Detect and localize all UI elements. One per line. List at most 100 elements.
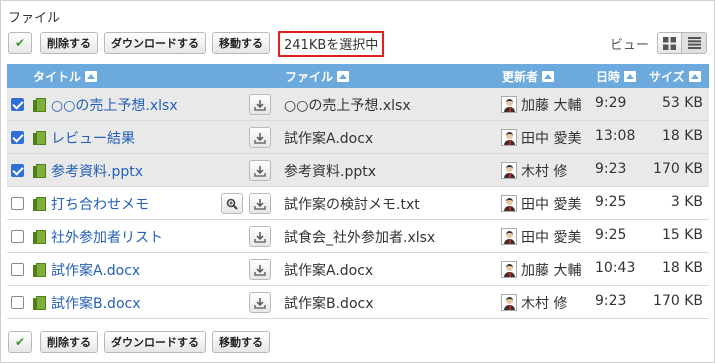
row-checkbox[interactable] [11,230,24,243]
attached-file-name[interactable]: 参考資料.pptx [284,161,376,181]
delete-button[interactable]: 削除する [40,32,98,54]
file-size: 170 KB [653,293,703,309]
file-title-link[interactable]: ○○の売上予想.xlsx [51,95,178,115]
download-file-button[interactable] [249,127,271,148]
col-title[interactable]: タイトル [33,64,98,88]
file-title-link[interactable]: レビュー結果 [51,128,135,148]
row-checkbox[interactable] [11,98,24,111]
download-icon [254,132,266,144]
user-avatar [501,261,517,278]
download-icon [254,231,266,243]
download-icon [254,165,266,177]
view-switcher: ビュー [610,32,707,54]
download-icon [254,198,266,210]
row-checkbox[interactable] [11,164,24,177]
col-updated-by[interactable]: 更新者 [502,64,555,88]
updated-time: 9:23 [595,161,627,177]
bottom-toolbar: ✔ 削除する ダウンロードする 移動する [8,331,276,353]
file-size: 18 KB [661,260,703,276]
user-avatar [501,294,517,311]
sort-icon [337,70,350,82]
table-row: 参考資料.pptx 参考資料.pptx 木村 修 9:23 170 KB [7,154,709,187]
row-checkbox[interactable] [11,263,24,276]
attached-file-name[interactable]: 試作案B.docx [284,293,374,313]
author-link[interactable]: 木村 修 [521,161,567,181]
table-row: 試作案B.docx 試作案B.docx 木村 修 9:23 170 KB [7,286,709,319]
user-avatar [501,228,517,245]
author-link[interactable]: 田中 愛美 [521,128,581,148]
file-size: 18 KB [661,128,703,144]
file-icon [33,296,46,310]
move-button[interactable]: 移動する [212,32,270,54]
author-link[interactable]: 加藤 大輔 [521,260,581,280]
download-icon [254,99,266,111]
row-checkbox[interactable] [11,131,24,144]
author-link[interactable]: 木村 修 [521,293,567,313]
file-title-link[interactable]: 打ち合わせメモ [51,194,149,214]
col-size[interactable]: サイズ [649,64,701,88]
user-avatar [501,96,517,113]
table-row: 試作案A.docx 試作案A.docx 加藤 大輔 10:43 18 KB [7,253,709,286]
delete-button[interactable]: 削除する [40,331,98,353]
selection-info: 241KBを選択中 [278,30,385,57]
author-link[interactable]: 田中 愛美 [521,227,581,247]
sort-icon [688,70,701,82]
download-icon [254,297,266,309]
download-file-button[interactable] [249,94,271,115]
sort-icon [542,70,555,82]
download-icon [254,264,266,276]
zoom-icon [226,198,238,210]
page-title: ファイル [8,11,61,26]
table-row: レビュー結果 試作案A.docx 田中 愛美 13:08 18 KB [7,121,709,154]
download-file-button[interactable] [249,193,271,214]
file-title-link[interactable]: 試作案B.docx [51,293,141,313]
download-button[interactable]: ダウンロードする [104,32,206,54]
author-link[interactable]: 田中 愛美 [521,194,581,214]
check-all-button[interactable]: ✔ [8,331,32,353]
move-button[interactable]: 移動する [212,331,270,353]
file-table: タイトル ファイル 更新者 日時 サイズ ○○の売上予想.xlsx ○○の売上予想… [7,64,709,319]
download-file-button[interactable] [249,226,271,247]
download-file-button[interactable] [249,292,271,313]
preview-button[interactable] [221,193,243,214]
attached-file-name[interactable]: 試作案の検討メモ.txt [284,194,420,214]
author-link[interactable]: 加藤 大輔 [521,95,581,115]
view-label: ビュー [609,37,649,53]
updated-time: 9:25 [595,194,627,210]
file-size: 3 KB [670,194,703,210]
download-button[interactable]: ダウンロードする [104,331,206,353]
download-file-button[interactable] [249,259,271,280]
updated-time: 13:08 [595,128,636,144]
user-avatar [501,162,517,179]
file-icon [33,263,46,277]
row-checkbox[interactable] [11,197,24,210]
attached-file-name[interactable]: ○○の売上予想.xlsx [284,95,411,115]
attached-file-name[interactable]: 試作案A.docx [284,128,373,148]
file-title-link[interactable]: 参考資料.pptx [51,161,143,181]
col-file[interactable]: ファイル [285,64,350,88]
list-view-button[interactable] [682,32,707,54]
updated-time: 9:25 [595,227,627,243]
updated-time: 9:29 [595,95,627,111]
user-avatar [501,129,517,146]
grid-icon [663,36,676,50]
file-icon [33,230,46,244]
file-title-link[interactable]: 試作案A.docx [51,260,140,280]
file-icon [33,197,46,211]
file-title-link[interactable]: 社外参加者リスト [51,227,163,247]
top-toolbar: ✔ 削除する ダウンロードする 移動する 241KBを選択中 [8,30,385,57]
attached-file-name[interactable]: 試食会_社外参加者.xlsx [284,227,435,247]
attached-file-name[interactable]: 試作案A.docx [284,260,373,280]
updated-time: 10:43 [595,260,636,276]
user-avatar [501,195,517,212]
list-icon [687,37,701,49]
table-row: 社外参加者リスト 試食会_社外参加者.xlsx 田中 愛美 9:25 15 KB [7,220,709,253]
row-checkbox[interactable] [11,296,24,309]
col-datetime[interactable]: 日時 [596,64,637,88]
checkmark-icon: ✔ [14,36,26,50]
table-body: ○○の売上予想.xlsx ○○の売上予想.xlsx 加藤 大輔 9:29 53 KB レビ… [7,88,709,319]
check-all-button[interactable]: ✔ [8,32,32,54]
download-file-button[interactable] [249,160,271,181]
sort-icon [624,70,637,82]
grid-view-button[interactable] [657,32,682,54]
